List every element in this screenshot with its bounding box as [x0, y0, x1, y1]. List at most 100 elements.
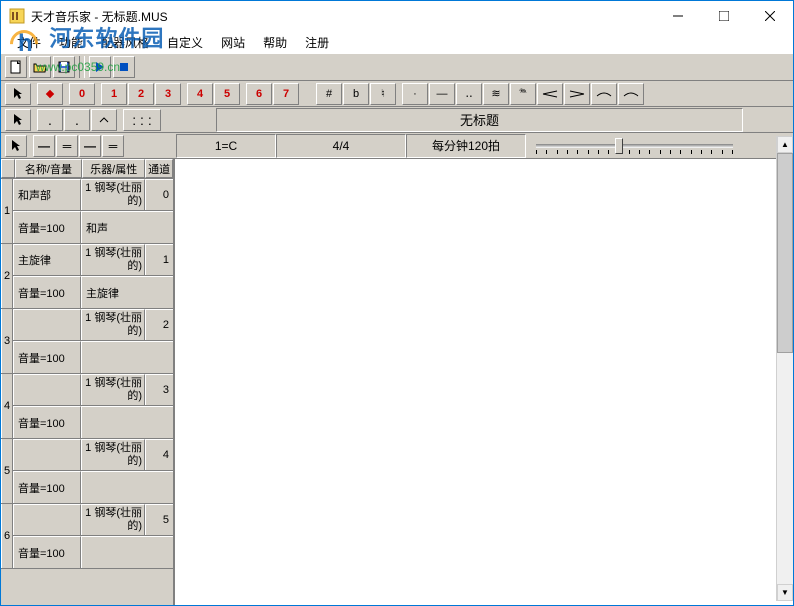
dots-button[interactable]: ‥	[456, 83, 482, 105]
accent1-button[interactable]: .	[37, 109, 63, 131]
track-channel[interactable]: 2	[145, 309, 173, 340]
accent3-button[interactable]	[91, 109, 117, 131]
menu-help[interactable]: 帮助	[255, 32, 295, 53]
key-cell[interactable]: 1=C	[176, 134, 276, 158]
track-volume[interactable]: 音量=100	[13, 211, 81, 243]
maximize-button[interactable]	[701, 1, 747, 31]
track-instrument[interactable]: 1 钢琴(壮丽的)	[81, 309, 145, 340]
track-name[interactable]: 和声部	[13, 179, 81, 210]
track-row[interactable]: 6 1 钢琴(壮丽的) 5 音量=100	[1, 504, 173, 569]
num-6-button[interactable]: 6	[246, 83, 272, 105]
track-desc[interactable]	[81, 536, 173, 568]
save-button[interactable]	[53, 56, 75, 78]
minimize-button[interactable]	[655, 1, 701, 31]
track-row[interactable]: 1 和声部 1 钢琴(壮丽的) 0 音量=100 和声	[1, 179, 173, 244]
vertical-scrollbar[interactable]: ▲ ▼	[776, 136, 793, 601]
track-row[interactable]: 2 主旋律 1 钢琴(壮丽的) 1 音量=100 主旋律	[1, 244, 173, 309]
close-button[interactable]	[747, 1, 793, 31]
cresc-button[interactable]	[537, 83, 563, 105]
num-0-button[interactable]: 0	[69, 83, 95, 105]
track-volume[interactable]: 音量=100	[13, 341, 81, 373]
track-name[interactable]	[13, 439, 81, 470]
title-field[interactable]: 无标题	[216, 108, 743, 132]
num-2-button[interactable]: 2	[128, 83, 154, 105]
track-row[interactable]: 5 1 钢琴(壮丽的) 4 音量=100	[1, 439, 173, 504]
track-channel[interactable]: 4	[145, 439, 173, 470]
tempo-slider[interactable]	[526, 134, 743, 158]
note-marker-button[interactable]	[37, 83, 63, 105]
scroll-down-button[interactable]: ▼	[777, 584, 793, 601]
new-button[interactable]	[5, 56, 27, 78]
num-1-button[interactable]: 1	[101, 83, 127, 105]
track-desc[interactable]	[81, 341, 173, 373]
slur2-button[interactable]	[618, 83, 644, 105]
dotgroup-button[interactable]: : : :	[123, 109, 161, 131]
score-area[interactable]	[175, 159, 793, 605]
track-volume[interactable]: 音量=100	[13, 406, 81, 438]
menu-style[interactable]: 配器风格	[93, 32, 157, 53]
ornament-button[interactable]: 𝆮	[510, 83, 536, 105]
track-name[interactable]	[13, 374, 81, 405]
track-volume[interactable]: 音量=100	[13, 471, 81, 503]
menu-file[interactable]: 文件	[9, 32, 49, 53]
menu-website[interactable]: 网站	[213, 32, 253, 53]
track-name[interactable]	[13, 504, 81, 535]
track-channel[interactable]: 5	[145, 504, 173, 535]
track-num: 4	[1, 374, 13, 438]
track-desc[interactable]	[81, 406, 173, 438]
barline3-button[interactable]: —	[79, 135, 101, 157]
track-instrument[interactable]: 1 钢琴(壮丽的)	[81, 179, 145, 210]
tempo-cell[interactable]: 每分钟120拍	[406, 134, 526, 158]
track-desc[interactable]: 主旋律	[81, 276, 173, 308]
num-7-button[interactable]: 7	[273, 83, 299, 105]
num-4-button[interactable]: 4	[187, 83, 213, 105]
barline1-button[interactable]: —	[33, 135, 55, 157]
menu-register[interactable]: 注册	[297, 32, 337, 53]
track-instrument[interactable]: 1 钢琴(壮丽的)	[81, 374, 145, 405]
slider-thumb[interactable]	[615, 138, 623, 154]
barline4-button[interactable]: ═	[102, 135, 124, 157]
track-instrument[interactable]: 1 钢琴(壮丽的)	[81, 244, 145, 275]
toolbar-title: . . : : : 无标题	[1, 107, 793, 133]
track-channel[interactable]: 0	[145, 179, 173, 210]
play-button[interactable]	[89, 56, 111, 78]
toolbar-notation: 0 1 2 3 4 5 6 7 # b ♮ · — ‥ ≋ 𝆮	[1, 81, 793, 107]
track-instrument[interactable]: 1 钢琴(壮丽的)	[81, 504, 145, 535]
open-button[interactable]	[29, 56, 51, 78]
slur1-button[interactable]	[591, 83, 617, 105]
track-row[interactable]: 4 1 钢琴(壮丽的) 3 音量=100	[1, 374, 173, 439]
menu-custom[interactable]: 自定义	[159, 32, 211, 53]
stop-button[interactable]	[113, 56, 135, 78]
track-name[interactable]: 主旋律	[13, 244, 81, 275]
track-volume[interactable]: 音量=100	[13, 536, 81, 568]
track-desc[interactable]	[81, 471, 173, 503]
scroll-up-button[interactable]: ▲	[777, 136, 793, 153]
accent2-button[interactable]: .	[64, 109, 90, 131]
track-desc[interactable]: 和声	[81, 211, 173, 243]
track-volume[interactable]: 音量=100	[13, 276, 81, 308]
track-instrument[interactable]: 1 钢琴(壮丽的)	[81, 439, 145, 470]
cursor2-button[interactable]	[5, 109, 31, 131]
dot-button[interactable]: ·	[402, 83, 428, 105]
separator	[79, 56, 85, 78]
dash-button[interactable]: —	[429, 83, 455, 105]
num-3-button[interactable]: 3	[155, 83, 181, 105]
track-row[interactable]: 3 1 钢琴(壮丽的) 2 音量=100	[1, 309, 173, 374]
signature-cell[interactable]: 4/4	[276, 134, 406, 158]
cursor3-button[interactable]	[5, 135, 27, 157]
barline2-button[interactable]: ═	[56, 135, 78, 157]
cursor-button[interactable]	[5, 83, 31, 105]
track-name[interactable]	[13, 309, 81, 340]
info-row: — ═ — ═ 1=C 4/4 每分钟120拍	[1, 133, 793, 159]
flat-button[interactable]: b	[343, 83, 369, 105]
num-5-button[interactable]: 5	[214, 83, 240, 105]
track-channel[interactable]: 3	[145, 374, 173, 405]
scroll-thumb[interactable]	[777, 153, 793, 353]
natural-button[interactable]: ♮	[370, 83, 396, 105]
trill-button[interactable]: ≋	[483, 83, 509, 105]
sharp-button[interactable]: #	[316, 83, 342, 105]
decresc-button[interactable]	[564, 83, 590, 105]
menu-func[interactable]: 功能	[51, 32, 91, 53]
track-channel[interactable]: 1	[145, 244, 173, 275]
header-num	[1, 159, 15, 178]
